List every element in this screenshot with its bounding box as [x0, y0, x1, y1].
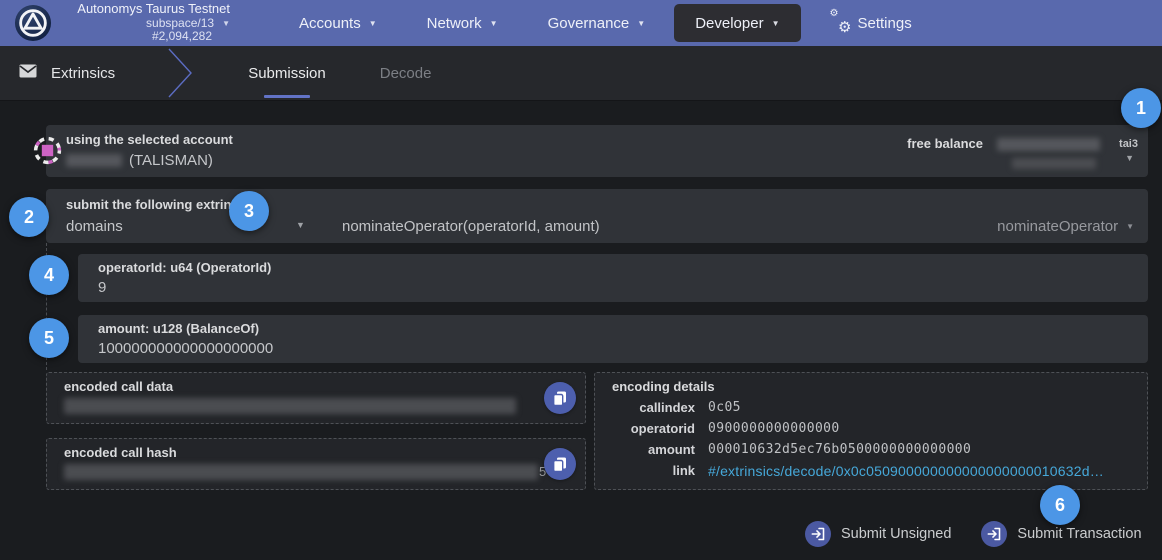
redacted-balance-secondary — [1012, 158, 1096, 169]
copy-call-data-button[interactable] — [544, 382, 576, 414]
chain-spec: subspace/13 — [146, 17, 214, 31]
tabs: Submission Decode — [221, 46, 458, 101]
encoding-details-title: encoding details — [612, 379, 715, 394]
extrinsics-icon — [18, 61, 38, 86]
nav-item-developer[interactable]: Developer ▼ — [674, 4, 800, 42]
copy-icon — [553, 457, 567, 472]
annotation-badge-5: 5 — [29, 318, 69, 358]
block-number: #2,094,282 — [152, 30, 230, 44]
param-label: operatorId: u64 (OperatorId) — [98, 260, 271, 275]
param-amount: amount: u128 (BalanceOf) 100000000000000… — [78, 315, 1148, 363]
encoding-row-link: link #/extrinsics/decode/0x0c05090000000… — [595, 463, 1147, 483]
submit-unsigned-button[interactable]: Submit Unsigned — [805, 521, 951, 547]
main-nav: Accounts ▼ Network ▼ Governance ▼ Develo… — [274, 0, 937, 46]
redacted-call-hash — [64, 464, 538, 480]
annotation-badge-3: 3 — [229, 191, 269, 231]
annotation-badge-4: 4 — [29, 255, 69, 295]
method-select[interactable]: nominateOperator ▼ — [997, 218, 1134, 235]
decode-link[interactable]: #/extrinsics/decode/0x0c0509000000000000… — [708, 463, 1104, 479]
tab-submission[interactable]: Submission — [221, 46, 353, 101]
network-name: Autonomys Taurus Testnet — [77, 2, 230, 17]
action-buttons: Submit Unsigned Submit Transaction — [805, 521, 1142, 547]
annotation-badge-1: 1 — [1121, 88, 1161, 128]
account-label: using the selected account — [66, 132, 233, 147]
chevron-divider-icon — [167, 48, 193, 98]
encoding-row-amount: amount 000010632d5ec76b0500000000000000 — [595, 442, 1147, 462]
account-suffix: (TALISMAN) — [129, 152, 213, 169]
nav-item-accounts[interactable]: Accounts ▼ — [274, 0, 402, 46]
sign-in-icon — [981, 521, 1007, 547]
param-operator-id: operatorId: u64 (OperatorId) 9 — [78, 254, 1148, 302]
param-label: amount: u128 (BalanceOf) — [98, 321, 259, 336]
chevron-down-icon[interactable]: ▼ — [296, 220, 305, 230]
operator-id-input[interactable]: 9 — [98, 279, 106, 296]
redacted-balance-value — [997, 138, 1100, 151]
encoding-row-callindex: callindex 0c05 — [595, 400, 1147, 420]
balance-expand-chevron-icon[interactable]: ▼ — [1125, 153, 1134, 163]
free-balance-label: free balance — [907, 136, 983, 151]
account-identicon — [32, 135, 63, 166]
redacted-account-name — [66, 154, 122, 167]
encoding-row-operatorid: operatorid 0900000000000000 — [595, 421, 1147, 441]
call-signature: nominateOperator(operatorId, amount) — [342, 218, 600, 235]
nav-item-network[interactable]: Network ▼ — [402, 0, 523, 46]
chevron-down-icon: ▼ — [1126, 222, 1134, 231]
extrinsics-page: Autonomys Taurus Testnet subspace/13 ▼ #… — [0, 0, 1162, 560]
chevron-down-icon: ▼ — [772, 19, 780, 28]
annotation-badge-6: 6 — [1040, 485, 1080, 525]
gear-icon: ⚙⚙ — [830, 13, 852, 33]
redacted-call-data — [64, 398, 516, 414]
autonomys-logo-icon[interactable] — [14, 4, 52, 42]
copy-icon — [553, 391, 567, 406]
section-tag: Extrinsics — [18, 61, 115, 86]
encoded-call-hash-label: encoded call hash — [64, 445, 177, 460]
encoded-call-data-label: encoded call data — [64, 379, 173, 394]
chevron-down-icon: ▼ — [637, 19, 645, 28]
chevron-down-icon: ▼ — [369, 19, 377, 28]
copy-call-hash-button[interactable] — [544, 448, 576, 480]
sign-in-icon — [805, 521, 831, 547]
active-tab-underline — [264, 95, 310, 98]
chevron-down-icon: ▼ — [222, 19, 230, 28]
encoding-details-panel: encoding details callindex 0c05 operator… — [594, 372, 1148, 490]
chevron-down-icon: ▼ — [490, 19, 498, 28]
app-header: Autonomys Taurus Testnet subspace/13 ▼ #… — [0, 0, 1162, 46]
extrinsic-label: submit the following extrinsic — [66, 197, 249, 212]
account-selector[interactable]: using the selected account (TALISMAN) fr… — [46, 125, 1148, 177]
pallet-select[interactable]: domains — [66, 218, 123, 235]
encoded-call-hash-panel: encoded call hash 5 — [46, 438, 586, 490]
tab-decode[interactable]: Decode — [353, 46, 459, 101]
nav-item-governance[interactable]: Governance ▼ — [523, 0, 671, 46]
section-title: Extrinsics — [51, 65, 115, 82]
annotation-badge-2: 2 — [9, 197, 49, 237]
chain-info-selector[interactable]: Autonomys Taurus Testnet subspace/13 ▼ #… — [60, 2, 230, 45]
encoded-call-data-panel: encoded call data — [46, 372, 586, 424]
balance-unit: tai3 — [1119, 138, 1138, 150]
extrinsic-selector-row: submit the following extrinsic domains ▼… — [46, 189, 1148, 243]
nav-item-settings[interactable]: ⚙⚙ Settings — [805, 0, 937, 46]
amount-input[interactable]: 100000000000000000000 — [98, 340, 273, 357]
tab-bar: Extrinsics Submission Decode — [0, 46, 1162, 101]
